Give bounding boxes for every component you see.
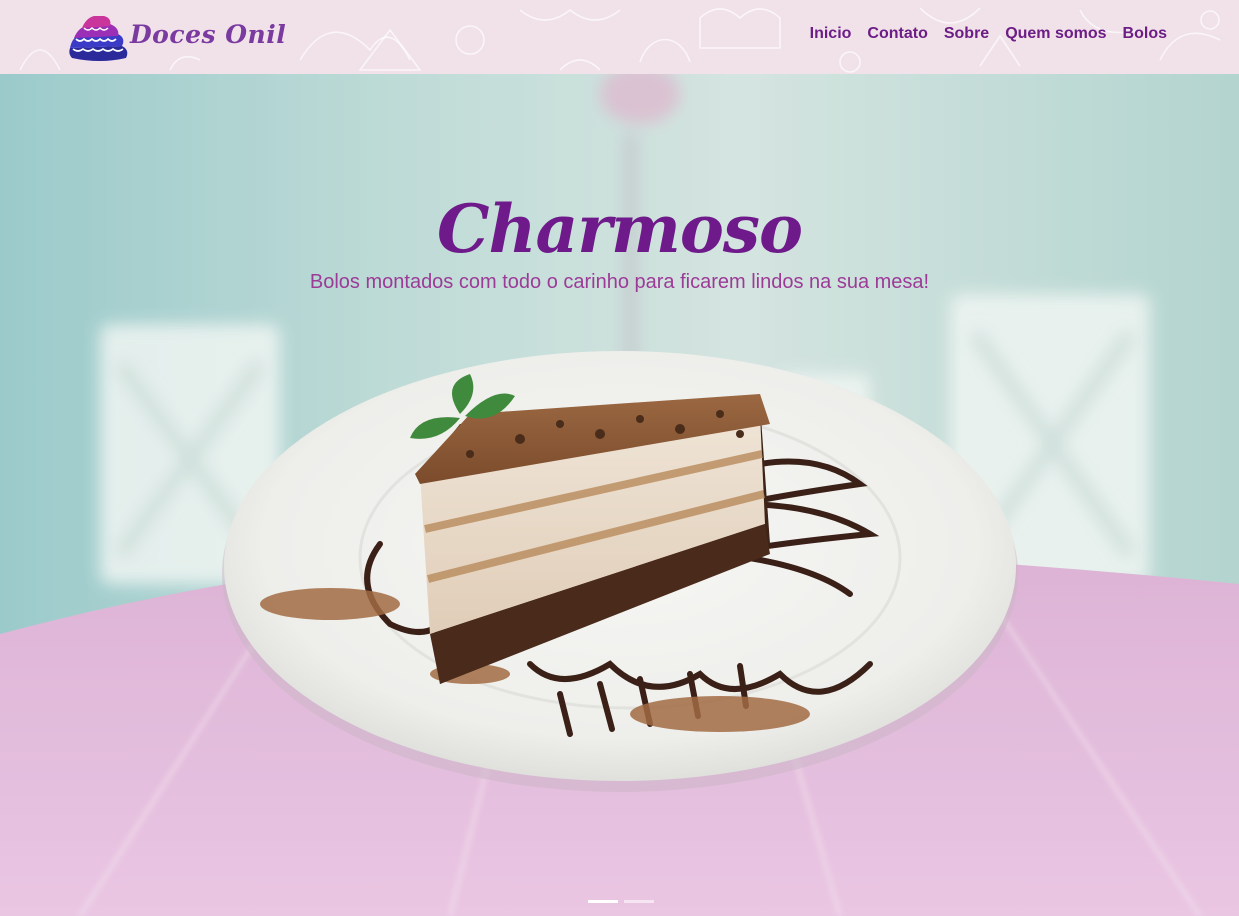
hero-title: Charmoso <box>436 190 803 269</box>
nav-item-quem-somos[interactable]: Quem somos <box>1005 25 1106 43</box>
carousel-indicator-2[interactable] <box>624 900 654 903</box>
nav-item-sobre[interactable]: Sobre <box>944 25 989 43</box>
hero-carousel: Charmoso Bolos montados com todo o carin… <box>0 74 1239 916</box>
main-nav: Inicio Contato Sobre Quem somos Bolos <box>810 25 1167 43</box>
site-header: Doces Onil Inicio Contato Sobre Quem som… <box>0 0 1239 74</box>
cake-logo-icon <box>69 16 128 61</box>
carousel-indicator-1[interactable] <box>588 900 618 903</box>
brand-logo[interactable]: Doces Onil <box>64 8 286 64</box>
brand-name: Doces Onil <box>130 20 287 49</box>
nav-item-bolos[interactable]: Bolos <box>1123 25 1167 43</box>
nav-item-contato[interactable]: Contato <box>867 25 927 43</box>
nav-item-inicio[interactable]: Inicio <box>810 25 852 43</box>
carousel-indicators <box>588 900 654 903</box>
hero-subtitle: Bolos montados com todo o carinho para f… <box>309 271 930 293</box>
